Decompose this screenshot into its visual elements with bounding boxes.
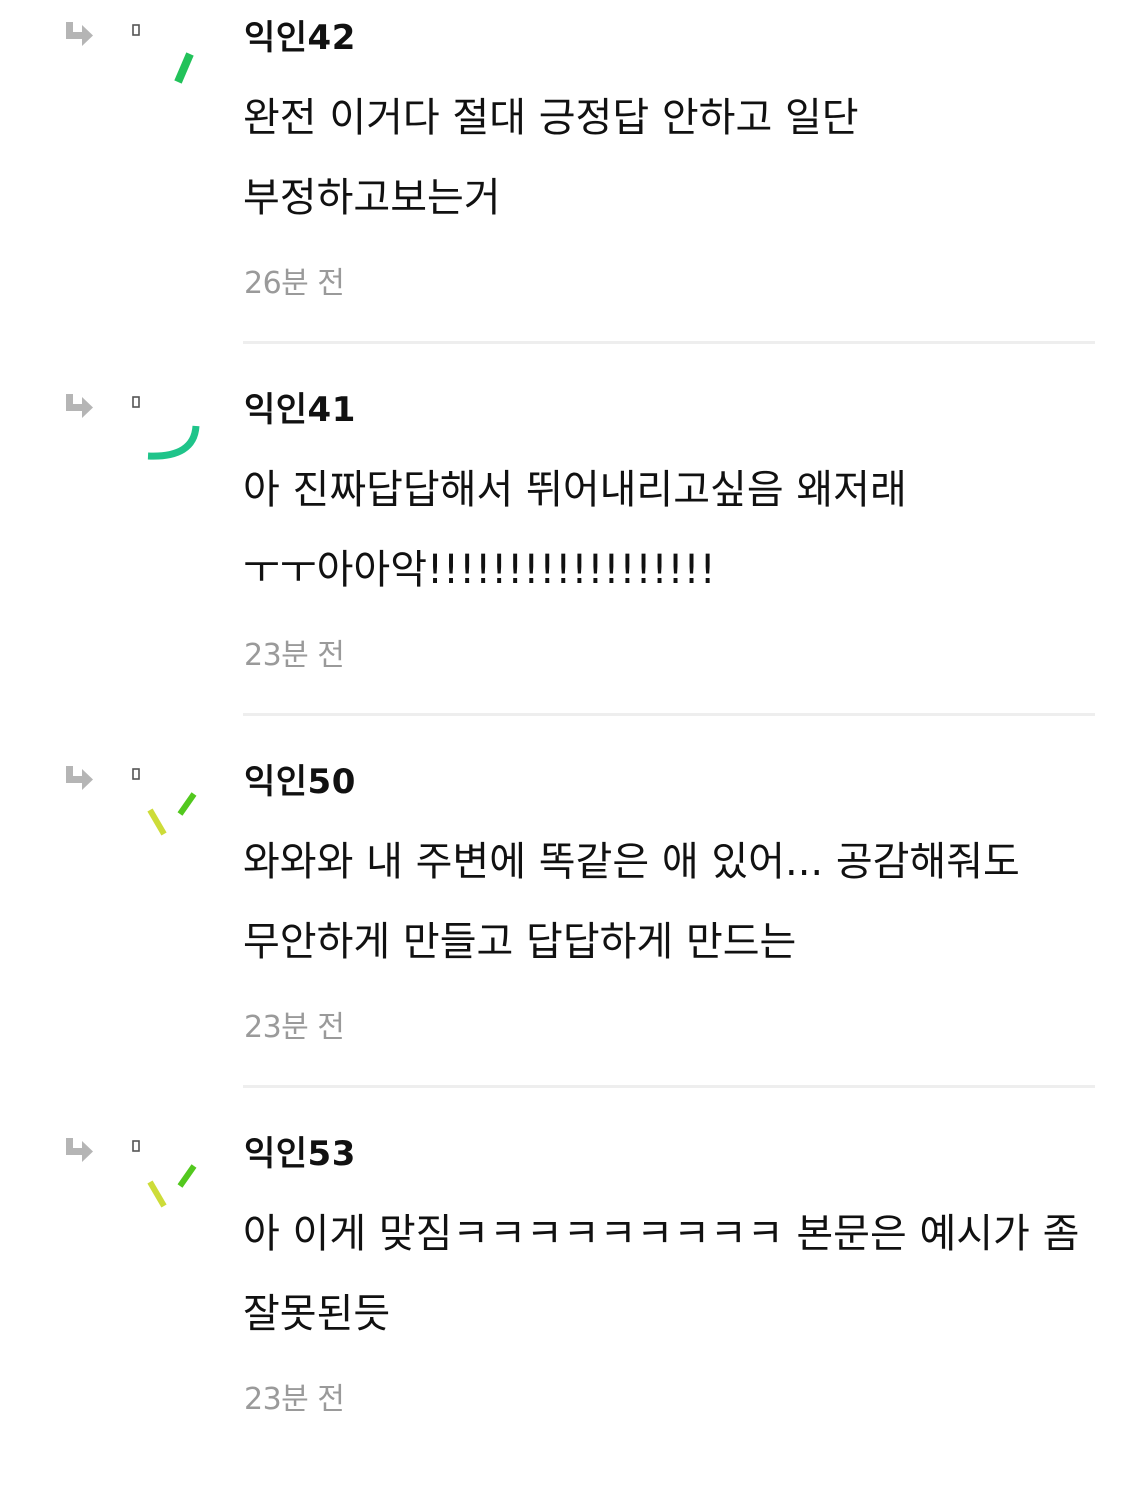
avatar	[147, 1164, 197, 1208]
avatar	[147, 792, 197, 836]
comment-body: 아 이게 맞짐ㅋㅋㅋㅋㅋㅋㅋㅋㅋ 본문은 예시가 좀 잘못된듯	[243, 1211, 1080, 1337]
comment-author[interactable]: 익인42	[244, 16, 356, 60]
reply-arrow-icon	[66, 22, 93, 46]
comment-timestamp: 23분 전	[244, 1010, 345, 1045]
comment-author[interactable]: 익인41	[244, 388, 356, 432]
avatar	[174, 52, 194, 84]
reply-arrow-icon	[66, 766, 93, 790]
badge-icon	[132, 396, 140, 408]
comment-item: 익인53 아 이게 맞짐ㅋㅋㅋㅋㅋㅋㅋㅋㅋ 본문은 예시가 좀 잘못된듯 23분…	[0, 1116, 1125, 1488]
comment-author[interactable]: 익인50	[244, 760, 356, 804]
comment-item: 익인50 와와와 내 주변에 똑같은 애 있어... 공감해줘도 무안하게 만들…	[0, 744, 1125, 1116]
comment-timestamp: 23분 전	[244, 638, 345, 673]
reply-arrow-icon	[66, 394, 93, 418]
comment-body: 아 진짜답답해서 뛰어내리고싶음 왜저래 ㅜㅜ아아악!!!!!!!!!!!!!!…	[243, 467, 907, 593]
comment-item: 익인42 완전 이거다 절대 긍정답 안하고 일단 부정하고보는거 26분 전	[0, 0, 1125, 372]
comment-timestamp: 23분 전	[244, 1382, 345, 1417]
reply-arrow-icon	[66, 1138, 93, 1162]
divider	[243, 1085, 1095, 1088]
comment-body: 와와와 내 주변에 똑같은 애 있어... 공감해줘도 무안하게 만들고 답답하…	[243, 839, 1020, 965]
avatar	[147, 425, 200, 460]
comment-body: 완전 이거다 절대 긍정답 안하고 일단 부정하고보는거	[243, 95, 859, 221]
comment-author[interactable]: 익인53	[244, 1132, 356, 1176]
badge-icon	[132, 768, 140, 780]
badge-icon	[132, 1140, 140, 1152]
divider	[243, 341, 1095, 344]
comment-timestamp: 26분 전	[244, 266, 345, 301]
badge-icon	[132, 24, 140, 36]
divider	[243, 713, 1095, 716]
comment-item: 익인41 아 진짜답답해서 뛰어내리고싶음 왜저래 ㅜㅜ아아악!!!!!!!!!…	[0, 372, 1125, 744]
